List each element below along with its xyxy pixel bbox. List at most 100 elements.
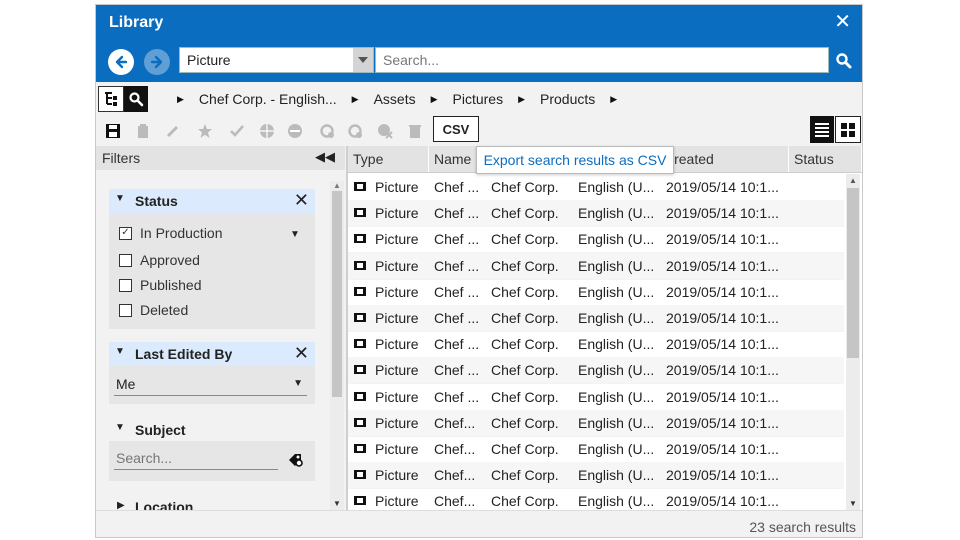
status-filter: ▼ Status ✕ ✓ In Production ▼ Approved Pu…	[109, 189, 315, 329]
checkbox[interactable]	[119, 278, 132, 292]
scrollbar-thumb[interactable]	[332, 191, 342, 397]
status-option-in-production[interactable]: ✓ In Production	[119, 225, 223, 241]
status-option-approved[interactable]: Approved	[119, 252, 200, 268]
table-row[interactable]: Picture Chef ... Chef Corp. English (U... 20…	[348, 357, 844, 385]
status-option-deleted[interactable]: Deleted	[119, 302, 188, 318]
table-row[interactable]: Picture Chef... Chef Corp. English (U... 201…	[348, 409, 844, 437]
breadcrumb-item[interactable]: Pictures	[453, 91, 504, 107]
last-edited-by-header[interactable]: ▼ Last Edited By ✕	[109, 342, 315, 366]
table-cell: English (U...	[578, 310, 655, 326]
table-row[interactable]: Picture Chef ... Chef Corp. English (U... 20…	[348, 384, 844, 411]
breadcrumb-item[interactable]: Products	[540, 91, 595, 107]
search-bar: Picture	[96, 42, 862, 82]
star-icon[interactable]	[196, 122, 214, 140]
table-cell: English (U...	[578, 231, 655, 248]
column-type[interactable]: Type	[348, 146, 429, 172]
table-row[interactable]: Picture Chef ... Chef Corp. English (U... 20…	[348, 331, 844, 359]
back-button[interactable]	[108, 49, 134, 75]
chevron-right-icon: ▶	[518, 93, 526, 104]
publish-icon[interactable]	[258, 122, 276, 140]
remove-status-filter-button[interactable]: ✕	[294, 190, 309, 211]
column-created[interactable]: Created	[659, 146, 789, 172]
table-row[interactable]: Picture Chef... Chef Corp. English (U... 201…	[348, 462, 844, 490]
table-cell: Chef ...	[434, 179, 480, 195]
scroll-down-icon[interactable]: ▼	[849, 499, 857, 508]
table-row[interactable]: Picture Chef ... Chef Corp. English (U... 20…	[348, 279, 844, 306]
chevron-down-icon[interactable]: ▼	[290, 229, 300, 240]
table-cell: Picture	[375, 441, 419, 457]
withdraw-icon[interactable]	[376, 122, 394, 140]
last-edited-by-value: Me	[116, 376, 136, 392]
delete-icon[interactable]	[406, 122, 424, 140]
search-icon	[129, 92, 144, 107]
collapse-filters-button[interactable]: ◀◀	[315, 149, 335, 165]
status-filter-header[interactable]: ▼ Status ✕	[109, 189, 315, 213]
title-bar: Library ✕	[96, 5, 862, 42]
grid-scrollbar[interactable]: ▲ ▼	[846, 174, 860, 510]
checkbox-checked[interactable]: ✓	[119, 226, 132, 240]
table-row[interactable]: Picture Chef ... Chef Corp. English (U... 20…	[348, 200, 844, 228]
table-cell: 2019/05/14 10:1...	[666, 362, 779, 379]
status-option-published[interactable]: Published	[119, 277, 202, 293]
tree-icon	[105, 92, 117, 106]
grid-view-button[interactable]	[835, 116, 861, 143]
tree-view-button[interactable]	[98, 86, 124, 112]
status-filter-title: Status	[135, 193, 178, 209]
chevron-down-icon: ▼	[115, 346, 125, 357]
last-edited-by-select[interactable]: Me ▼	[114, 373, 307, 396]
scroll-down-icon[interactable]: ▼	[333, 499, 341, 508]
table-row[interactable]: Picture Chef... Chef Corp. English (U... 201…	[348, 436, 844, 463]
search-button[interactable]	[832, 49, 856, 73]
checkbox[interactable]	[119, 253, 132, 267]
remove-last-edited-by-button[interactable]: ✕	[294, 343, 309, 364]
approve-icon[interactable]	[228, 122, 246, 140]
subject-search-input[interactable]	[114, 447, 278, 470]
tag-search-icon[interactable]	[287, 452, 305, 468]
search-view-button[interactable]	[124, 86, 148, 112]
column-status[interactable]: Status	[789, 146, 862, 172]
location-filter-header[interactable]: ▶ Location	[109, 496, 315, 510]
arrow-right-icon	[150, 55, 163, 69]
table-cell: Chef...	[434, 441, 476, 457]
table-row[interactable]: Picture Chef ... Chef Corp. English (U... 20…	[348, 174, 844, 201]
breadcrumb-item[interactable]: Chef Corp. - English...	[199, 91, 337, 107]
table-row[interactable]: Picture Chef ... Chef Corp. English (U... 20…	[348, 226, 844, 254]
unpublish-icon[interactable]	[286, 122, 304, 140]
table-cell: English (U...	[578, 336, 655, 353]
breadcrumb-row: ▶ Chef Corp. - English... ▶ Assets ▶ Pic…	[96, 82, 862, 117]
search-input[interactable]	[375, 47, 829, 73]
picture-icon	[354, 182, 366, 191]
subject-filter-header[interactable]: ▼ Subject	[109, 418, 315, 442]
table-cell: English (U...	[578, 441, 655, 457]
export-csv-button[interactable]: CSV	[433, 116, 479, 142]
table-row[interactable]: Picture Chef ... Chef Corp. English (U... 20…	[348, 305, 844, 332]
sync-icon[interactable]	[318, 122, 336, 140]
filters-panel: Filters ◀◀ ▼ Status ✕ ✓ In Production ▼ …	[96, 146, 345, 510]
filters-scrollbar[interactable]: ▲ ▼	[330, 181, 344, 510]
scroll-up-icon[interactable]: ▲	[333, 181, 341, 190]
save-icon[interactable]	[104, 122, 122, 140]
table-cell: 2019/05/14 10:1...	[666, 283, 779, 300]
status-option-label: In Production	[140, 225, 223, 241]
checkout-icon[interactable]	[134, 122, 152, 140]
scroll-up-icon[interactable]: ▲	[849, 176, 857, 185]
table-row[interactable]: Picture Chef... Chef Corp. English (U... 201…	[348, 488, 844, 510]
table-row[interactable]: Picture Chef ... Chef Corp. English (U... 20…	[348, 252, 844, 280]
table-cell: Chef ...	[434, 205, 480, 222]
sync-all-icon[interactable]	[346, 122, 364, 140]
table-cell: English (U...	[578, 362, 655, 379]
close-button[interactable]: ✕	[834, 12, 851, 32]
scrollbar-thumb[interactable]	[847, 188, 859, 358]
chevron-right-icon: ▶	[177, 93, 184, 104]
breadcrumb-item[interactable]: Assets	[374, 91, 416, 107]
table-cell: Picture	[375, 205, 419, 222]
type-select[interactable]: Picture	[179, 47, 374, 73]
checkbox[interactable]	[119, 303, 132, 317]
list-view-button[interactable]	[810, 116, 834, 143]
table-cell: 2019/05/14 10:1...	[666, 310, 779, 326]
type-select-dropdown[interactable]	[353, 48, 373, 72]
edit-icon[interactable]	[164, 122, 182, 140]
forward-button[interactable]	[144, 49, 170, 75]
subject-filter: ▼ Subject	[109, 418, 315, 482]
table-cell: 2019/05/14 10:1...	[666, 388, 779, 405]
